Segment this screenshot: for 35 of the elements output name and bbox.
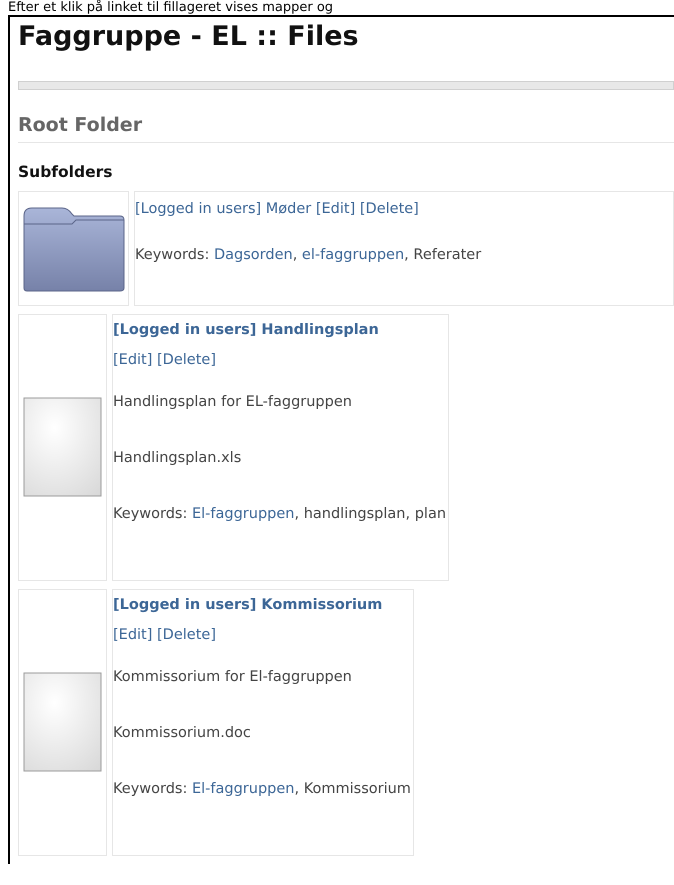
folder-link[interactable]: [Logged in users] Møder [135,201,312,217]
file-description: Handlingsplan for EL-faggruppen [113,393,353,412]
document-icon [22,396,104,498]
keywords-label: Keywords: [113,506,188,522]
document-icon [22,672,104,774]
file-link[interactable]: [Logged in users] Handlingsplan [113,322,379,338]
delete-link[interactable]: [Delete] [360,201,419,217]
file-name: Kommissorium.doc [113,724,252,743]
edit-link[interactable]: [Edit] [113,352,152,368]
folder-icon [22,206,125,292]
keyword: handlingsplan [304,506,406,522]
keyword-separator: , [404,247,410,263]
keyword-link[interactable]: Dagsorden [214,247,293,263]
keyword: plan [414,506,446,522]
file-description: Kommissorium for El-faggruppen [113,668,353,687]
keyword-separator: , [294,781,300,797]
edit-link[interactable]: [Edit] [316,201,356,217]
file-name: Handlingsplan.xls [113,449,242,468]
keyword-link[interactable]: El-faggruppen [192,506,294,522]
keyword-separator: , [406,506,412,522]
edit-link[interactable]: [Edit] [113,627,152,643]
keyword-separator: , [292,247,298,263]
keyword-link[interactable]: El-faggruppen [192,781,294,797]
file-link[interactable]: [Logged in users] Kommissorium [113,597,382,613]
section-heading: Subfolders [18,162,114,183]
keyword: Referater [413,247,482,263]
keyword: Kommissorium [304,781,411,797]
keywords-label: Keywords: [135,247,210,263]
keyword-link[interactable]: el-faggruppen [302,247,404,263]
folder-heading: Root Folder [18,110,674,143]
delete-link[interactable]: [Delete] [157,352,216,368]
delete-link[interactable]: [Delete] [157,627,216,643]
keywords-label: Keywords: [113,781,188,797]
keyword-separator: , [294,506,300,522]
page-title: Faggruppe - EL :: Files [18,20,360,54]
